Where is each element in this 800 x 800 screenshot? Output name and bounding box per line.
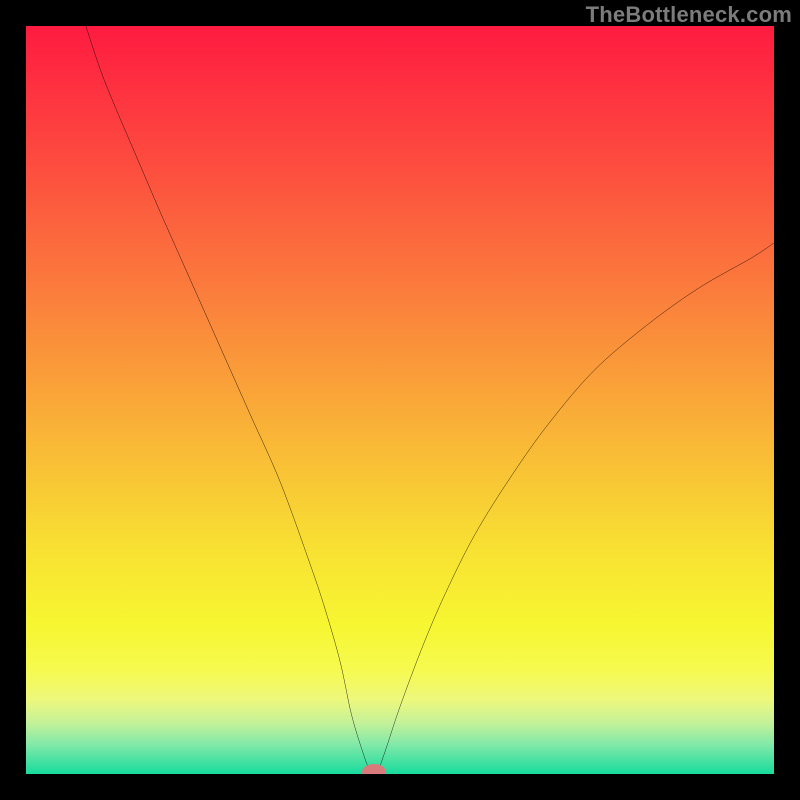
chart-frame: TheBottleneck.com xyxy=(0,0,800,800)
chart-background-gradient xyxy=(26,26,774,774)
chart-plot-area xyxy=(26,26,774,774)
watermark-text: TheBottleneck.com xyxy=(586,2,792,28)
